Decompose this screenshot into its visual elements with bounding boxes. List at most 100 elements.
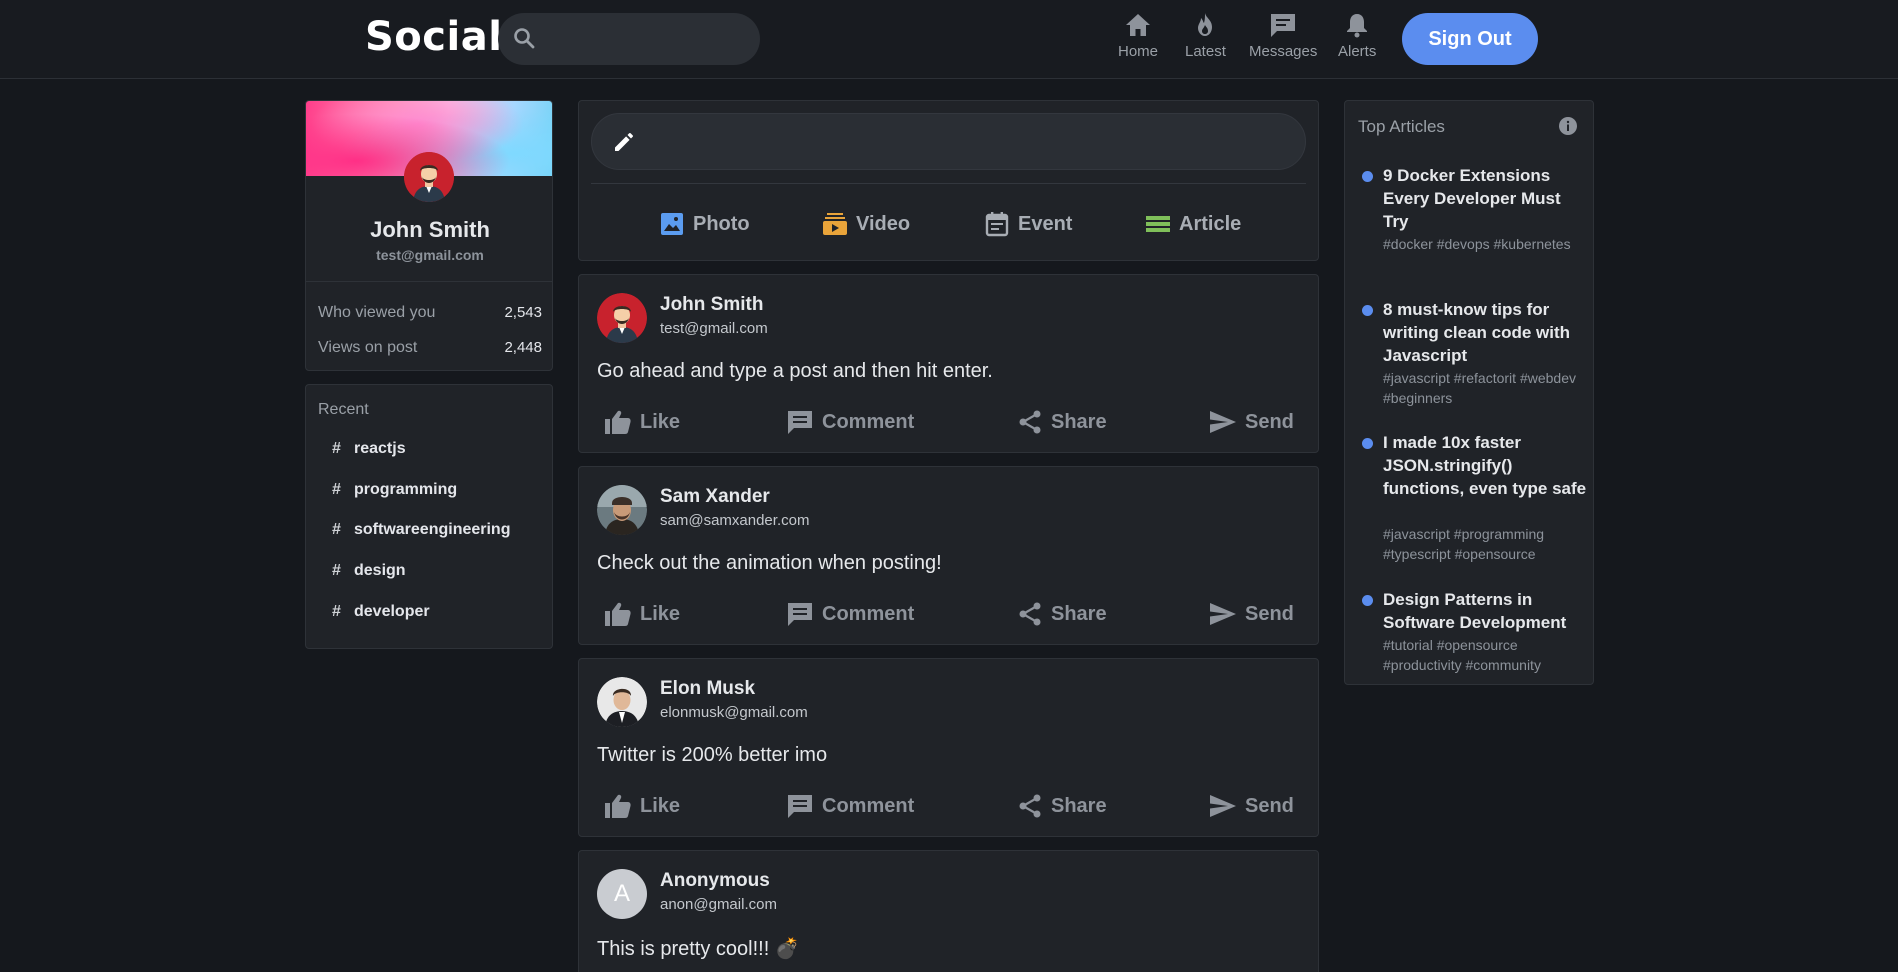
compose-article-button[interactable]: Article bbox=[1145, 211, 1241, 237]
info-icon[interactable] bbox=[1558, 116, 1578, 136]
share-button[interactable]: Share bbox=[1017, 601, 1107, 627]
compose-video-button[interactable]: Video bbox=[822, 211, 910, 237]
post-email: test@gmail.com bbox=[660, 320, 768, 337]
top-articles-title: Top Articles bbox=[1358, 117, 1445, 136]
comment-button[interactable]: Comment bbox=[786, 409, 914, 435]
profile-name[interactable]: John Smith bbox=[306, 217, 552, 243]
compose-option-label: Event bbox=[1018, 212, 1073, 235]
like-button[interactable]: Like bbox=[604, 601, 680, 627]
avatar[interactable]: A bbox=[597, 869, 647, 919]
send-button[interactable]: Send bbox=[1209, 601, 1294, 627]
home-icon bbox=[1126, 14, 1150, 36]
article-title[interactable]: Design Patterns in Software Development bbox=[1383, 588, 1588, 634]
like-button[interactable]: Like bbox=[604, 793, 680, 819]
post-author[interactable]: Anonymous bbox=[660, 870, 770, 892]
post-email: anon@gmail.com bbox=[660, 896, 777, 913]
nav-home[interactable]: Home bbox=[1118, 12, 1158, 60]
avatar-photo-icon bbox=[597, 485, 647, 535]
top-navbar: Social Home Latest Messages Alerts Sign … bbox=[0, 0, 1898, 79]
hashtag-icon: # bbox=[332, 603, 341, 620]
article-tags: #docker #devops #kubernetes bbox=[1383, 236, 1571, 252]
calendar-icon bbox=[985, 212, 1009, 237]
like-button[interactable]: Like bbox=[604, 409, 680, 435]
comment-button[interactable]: Comment bbox=[786, 793, 914, 819]
comment-icon bbox=[788, 603, 812, 626]
stat-views-on-post[interactable]: Views on post 2,448 bbox=[318, 339, 542, 357]
share-icon bbox=[1019, 602, 1041, 626]
post-body: This is pretty cool!!! 💣 bbox=[597, 938, 800, 960]
article-tags: #javascript #programming #typescript #op… bbox=[1383, 526, 1545, 562]
nav-latest[interactable]: Latest bbox=[1185, 12, 1226, 60]
avatar-photo-icon bbox=[597, 677, 647, 727]
recent-card: Recent # reactjs # programming # softwareen… bbox=[305, 384, 553, 649]
post-email: elonmusk@gmail.com bbox=[660, 704, 808, 721]
compose-photo-button[interactable]: Photo bbox=[659, 211, 750, 237]
search-input[interactable] bbox=[548, 21, 748, 57]
post-author[interactable]: Elon Musk bbox=[660, 678, 755, 700]
post-card: Sam Xander sam@samxander.com Check out t… bbox=[578, 466, 1319, 645]
recent-item-reactjs[interactable]: # reactjs bbox=[332, 440, 406, 458]
recent-item-programming[interactable]: # programming bbox=[332, 481, 457, 499]
article-title[interactable]: 9 Docker Extensions Every Developer Must… bbox=[1383, 164, 1588, 233]
thumbs-up-icon bbox=[605, 410, 631, 434]
send-button[interactable]: Send bbox=[1209, 793, 1294, 819]
nav-latest-label: Latest bbox=[1185, 43, 1226, 60]
post-body: Go ahead and type a post and then hit en… bbox=[597, 360, 993, 382]
send-label: Send bbox=[1245, 602, 1294, 625]
recent-item-softwareengineering[interactable]: # softwareengineering bbox=[332, 521, 510, 539]
post-author[interactable]: John Smith bbox=[660, 294, 763, 316]
search-box[interactable] bbox=[498, 13, 760, 65]
post-author[interactable]: Sam Xander bbox=[660, 486, 770, 508]
comment-label: Comment bbox=[822, 410, 915, 433]
stat-who-viewed[interactable]: Who viewed you 2,543 bbox=[318, 304, 542, 322]
article-title[interactable]: I made 10x faster JSON.stringify() funct… bbox=[1383, 431, 1588, 500]
profile-card: John Smith test@gmail.com Who viewed you… bbox=[305, 100, 553, 371]
avatar[interactable] bbox=[597, 293, 647, 343]
compose-card: Photo Video Event Article bbox=[578, 100, 1319, 261]
recent-item-design[interactable]: # design bbox=[332, 562, 406, 580]
post-email: sam@samxander.com bbox=[660, 512, 810, 529]
nav-messages[interactable]: Messages bbox=[1249, 12, 1317, 60]
post-body: Check out the animation when posting! bbox=[597, 552, 942, 574]
compose-option-label: Video bbox=[856, 212, 911, 235]
send-label: Send bbox=[1245, 794, 1294, 817]
bullet-dot bbox=[1362, 305, 1373, 316]
share-label: Share bbox=[1051, 602, 1107, 625]
compose-event-button[interactable]: Event bbox=[984, 211, 1072, 237]
avatar-letter: A bbox=[613, 880, 630, 907]
search-icon bbox=[514, 28, 535, 49]
like-label: Like bbox=[640, 794, 681, 817]
avatar[interactable] bbox=[597, 485, 647, 535]
compose-option-label: Article bbox=[1179, 212, 1242, 235]
article-tags: #tutorial #opensource #productivity #com… bbox=[1383, 637, 1541, 673]
post-body: Twitter is 200% better imo bbox=[597, 744, 828, 766]
avatar[interactable] bbox=[597, 677, 647, 727]
avatar[interactable] bbox=[404, 152, 454, 202]
article-tags: #javascript #refactorit #webdev #beginne… bbox=[1383, 370, 1576, 406]
sign-out-button[interactable]: Sign Out bbox=[1402, 13, 1538, 65]
recent-item-developer[interactable]: # developer bbox=[332, 603, 430, 621]
bullet-dot bbox=[1362, 171, 1373, 182]
article-title[interactable]: 8 must-know tips for writing clean code … bbox=[1383, 298, 1588, 367]
share-button[interactable]: Share bbox=[1017, 409, 1107, 435]
send-icon bbox=[1210, 411, 1236, 433]
thumbs-up-icon bbox=[605, 794, 631, 818]
share-button[interactable]: Share bbox=[1017, 793, 1107, 819]
send-button[interactable]: Send bbox=[1209, 409, 1294, 435]
bullet-dot bbox=[1362, 438, 1373, 449]
comment-button[interactable]: Comment bbox=[786, 601, 914, 627]
comment-label: Comment bbox=[822, 602, 915, 625]
fire-icon bbox=[1198, 13, 1213, 36]
chat-icon bbox=[1271, 14, 1296, 37]
hashtag-icon: # bbox=[332, 481, 341, 498]
nav-alerts-label: Alerts bbox=[1338, 43, 1377, 60]
app-logo[interactable]: Social bbox=[365, 14, 502, 60]
recent-item-label: reactjs bbox=[354, 440, 406, 457]
compose-input[interactable] bbox=[591, 113, 1306, 170]
like-label: Like bbox=[640, 602, 681, 625]
thumbs-up-icon bbox=[605, 602, 631, 626]
nav-alerts[interactable]: Alerts bbox=[1338, 12, 1376, 60]
post-card: A Anonymous anon@gmail.com This is prett… bbox=[578, 850, 1319, 972]
stat-value: 2,543 bbox=[504, 304, 542, 321]
bell-icon bbox=[1347, 14, 1368, 38]
